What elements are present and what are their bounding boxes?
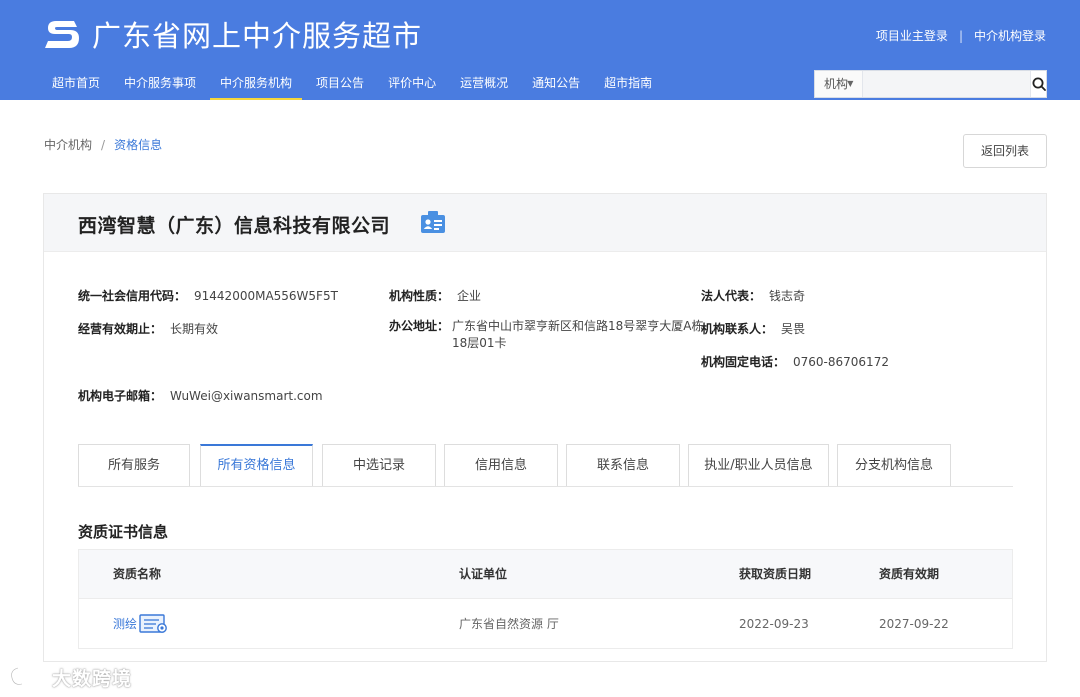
legal-rep-label: 法人代表： — [701, 289, 762, 303]
table-row: 测绘 广东省自然资源 厅 2022-09-23 2027-09-22 — [79, 599, 1012, 649]
top-links: 项目业主登录 | 中介机构登录 — [876, 27, 1046, 44]
cert-obtained-date: 2022-09-23 — [739, 617, 809, 631]
validity-field: 经营有效期止： 长期有效 — [78, 320, 218, 337]
main-nav: 超市首页 中介服务事项 中介服务机构 项目公告 评价中心 运营概况 通知公告 超… — [40, 70, 664, 100]
watermark: 大数跨境 — [8, 664, 132, 690]
tab-credit-info[interactable]: 信用信息 — [444, 444, 558, 486]
search-scope-value: 机构 — [824, 77, 849, 91]
tab-all-services[interactable]: 所有服务 — [78, 444, 190, 486]
col-header-obtained: 获取资质日期 — [739, 567, 812, 581]
legal-rep-field: 法人代表： 钱志奇 — [701, 287, 805, 304]
cert-authority: 广东省自然资源 厅 — [459, 617, 559, 631]
search-icon — [1032, 77, 1046, 91]
breadcrumb-parent[interactable]: 中介机构 — [44, 138, 92, 152]
validity-value: 长期有效 — [170, 322, 219, 336]
back-to-list-button[interactable]: 返回列表 — [963, 134, 1047, 168]
search-box: 机构 ▼ — [814, 70, 1047, 98]
tab-all-qualifications[interactable]: 所有资格信息 — [200, 444, 313, 486]
site-logo[interactable]: 广东省网上中介服务超市 — [44, 14, 422, 54]
nav-item-agencies[interactable]: 中介服务机构 — [208, 70, 304, 100]
address-label: 办公地址： — [389, 319, 450, 333]
site-header: 广东省网上中介服务超市 项目业主登录 | 中介机构登录 超市首页 中介服务事项 … — [0, 0, 1080, 100]
phone-value: 0760-86706172 — [793, 355, 889, 369]
nav-item-evaluation[interactable]: 评价中心 — [376, 70, 448, 100]
tab-selection-records[interactable]: 中选记录 — [322, 444, 436, 486]
certificate-icon[interactable] — [139, 613, 169, 635]
owner-login-link[interactable]: 项目业主登录 — [876, 27, 948, 44]
site-title: 广东省网上中介服务超市 — [92, 19, 423, 53]
col-header-expires: 资质有效期 — [879, 567, 940, 581]
search-scope-select[interactable]: 机构 ▼ — [815, 71, 864, 97]
caret-down-icon: ▼ — [847, 79, 854, 88]
nature-label: 机构性质： — [389, 289, 450, 303]
section-title: 资质证书信息 — [78, 523, 169, 541]
watermark-logo-icon — [10, 666, 47, 686]
detail-tabs: 所有服务 所有资格信息 中选记录 信用信息 联系信息 执业/职业人员信息 分支机… — [78, 444, 1013, 487]
legal-rep-value: 钱志奇 — [769, 289, 806, 303]
cert-expiry-date: 2027-09-22 — [879, 617, 949, 631]
nav-item-home[interactable]: 超市首页 — [40, 70, 112, 100]
credit-code-field: 统一社会信用代码： 91442000MA556W5F5T — [78, 287, 338, 304]
search-button[interactable] — [1030, 71, 1046, 97]
contact-label: 机构联系人： — [701, 322, 774, 336]
tab-practitioners[interactable]: 执业/职业人员信息 — [688, 444, 829, 486]
nav-item-project-notices[interactable]: 项目公告 — [304, 70, 376, 100]
breadcrumb-separator: / — [101, 138, 106, 152]
col-header-name: 资质名称 — [113, 567, 162, 581]
watermark-text: 大数跨境 — [52, 667, 133, 690]
email-value: WuWei@xiwansmart.com — [170, 389, 323, 403]
contact-field: 机构联系人： 吴畏 — [701, 320, 805, 337]
email-field: 机构电子邮箱： WuWei@xiwansmart.com — [78, 387, 323, 404]
credit-code-label: 统一社会信用代码： — [78, 289, 187, 303]
nav-item-service-items[interactable]: 中介服务事项 — [112, 70, 208, 100]
address-field: 办公地址： 广东省中山市翠亨新区和信路18号翠亨大厦A栋18层01卡 — [389, 318, 704, 352]
card-header: 西湾智慧（广东）信息科技有限公司 — [44, 194, 1046, 252]
breadcrumb: 中介机构 / 资格信息 — [44, 136, 162, 153]
nav-item-operations[interactable]: 运营概况 — [448, 70, 520, 100]
tab-branches[interactable]: 分支机构信息 — [837, 444, 951, 486]
credit-code-value: 91442000MA556W5F5T — [194, 289, 338, 303]
table-header: 资质名称 认证单位 获取资质日期 资质有效期 — [79, 550, 1012, 599]
tab-contact-info[interactable]: 联系信息 — [566, 444, 680, 486]
col-header-authority: 认证单位 — [459, 567, 508, 581]
nature-field: 机构性质： 企业 — [389, 287, 481, 304]
top-links-separator: | — [958, 28, 963, 43]
phone-label: 机构固定电话： — [701, 355, 786, 369]
search-input[interactable] — [863, 71, 1031, 97]
validity-label: 经营有效期止： — [78, 322, 163, 336]
nav-item-guide[interactable]: 超市指南 — [592, 70, 664, 100]
nature-value: 企业 — [457, 289, 482, 303]
email-label: 机构电子邮箱： — [78, 389, 163, 403]
qualification-table: 资质名称 认证单位 获取资质日期 资质有效期 测绘 广东省自然资源 厅 2022… — [78, 549, 1013, 649]
breadcrumb-current: 资格信息 — [114, 138, 163, 152]
logo-s-icon — [45, 21, 79, 48]
phone-field: 机构固定电话： 0760-86706172 — [701, 353, 889, 370]
address-value: 广东省中山市翠亨新区和信路18号翠亨大厦A栋18层01卡 — [452, 319, 704, 350]
contact-value: 吴畏 — [781, 322, 806, 336]
nav-item-announcements[interactable]: 通知公告 — [520, 70, 592, 100]
agency-login-link[interactable]: 中介机构登录 — [974, 27, 1046, 44]
agency-detail-card: 西湾智慧（广东）信息科技有限公司 统一社会信用代码： 91442000MA556W… — [43, 193, 1047, 662]
cert-name-link[interactable]: 测绘 — [113, 599, 137, 649]
company-name: 西湾智慧（广东）信息科技有限公司 — [78, 215, 391, 237]
id-card-icon — [421, 211, 445, 233]
